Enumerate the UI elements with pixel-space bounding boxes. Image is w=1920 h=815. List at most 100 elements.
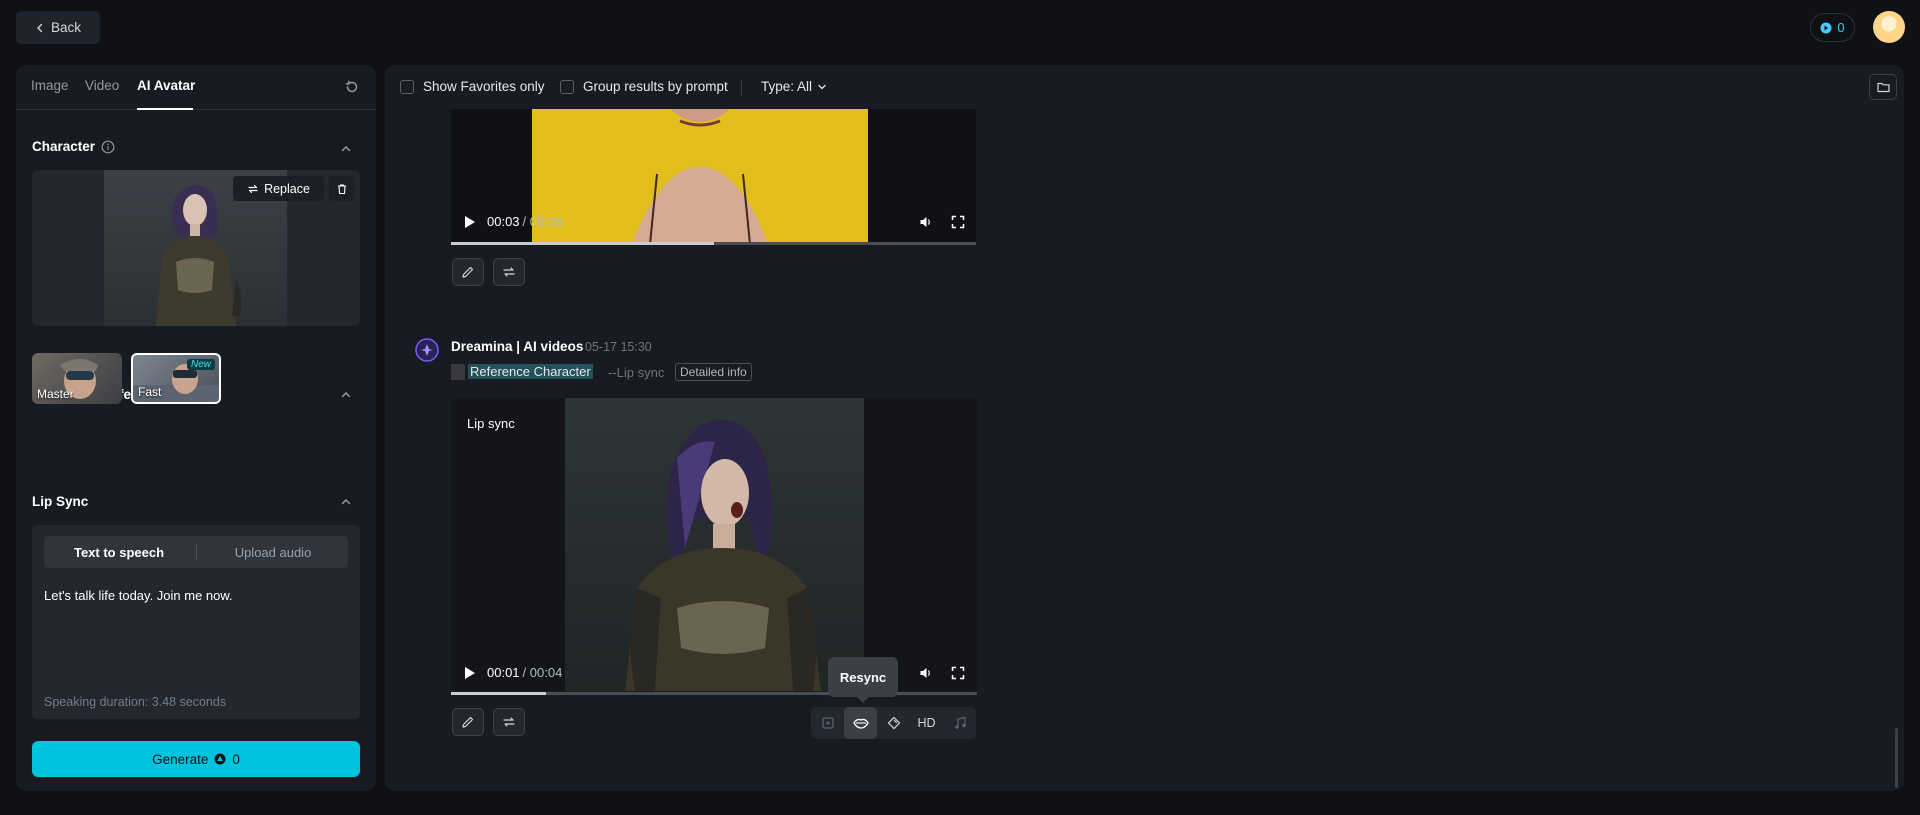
lip-sync-title: Lip Sync (32, 494, 89, 509)
video-frame (565, 398, 864, 691)
diamond-icon (887, 716, 901, 730)
volume-icon[interactable] (919, 215, 933, 229)
play-icon[interactable] (464, 215, 476, 229)
reset-icon[interactable] (344, 79, 360, 95)
lip-sync-box: Text to speech Upload audio Let's talk l… (32, 525, 360, 719)
repeat-icon (502, 715, 516, 729)
info-icon[interactable] (101, 140, 115, 154)
divider (741, 80, 742, 96)
video-2-progress[interactable] (451, 692, 977, 695)
video-player-2[interactable]: Lip sync (451, 398, 977, 691)
mode-label: --Lip sync (608, 365, 665, 380)
video-1-time: 00:03 / 00:06 (487, 214, 562, 229)
chevron-up-icon[interactable] (340, 143, 352, 155)
effect-label: Fast (138, 385, 162, 399)
upscale-button[interactable] (877, 707, 910, 739)
video-1-progress[interactable] (451, 242, 976, 245)
lip-sync-overlay-label: Lip sync (467, 416, 515, 431)
tab-image[interactable]: Image (31, 78, 69, 93)
current-time: 00:01 (487, 665, 520, 680)
folder-icon (1876, 81, 1890, 93)
back-label: Back (50, 20, 81, 35)
favorites-filter[interactable]: Show Favorites only (400, 79, 545, 94)
user-avatar[interactable] (1873, 11, 1905, 43)
frame-icon (821, 716, 835, 730)
chevron-left-icon (35, 23, 45, 33)
pencil-icon (461, 265, 475, 279)
replace-label: Replace (264, 181, 310, 196)
folder-button[interactable] (1869, 74, 1897, 100)
reference-thumbnail (451, 364, 465, 380)
resync-button[interactable] (844, 707, 877, 739)
detailed-info-button[interactable]: Detailed info (675, 363, 752, 381)
entry-title: Dreamina | AI videos (451, 339, 584, 354)
current-time: 00:03 (487, 214, 520, 229)
dreamina-logo-icon (415, 338, 439, 362)
resync-tooltip: Resync (828, 657, 898, 703)
tab-upload-audio[interactable]: Upload audio (198, 536, 348, 568)
chevron-down-icon (817, 82, 827, 92)
swap-icon (247, 183, 259, 195)
frame-interpolation-button[interactable] (811, 707, 844, 739)
speech-text-input[interactable]: Let's talk life today. Join me now. (44, 588, 233, 603)
regenerate-button[interactable] (493, 258, 525, 286)
speaking-duration: Speaking duration: 3.48 seconds (44, 695, 227, 709)
regenerate-button[interactable] (493, 708, 525, 736)
pencil-icon (461, 715, 475, 729)
scrollbar[interactable] (1895, 728, 1898, 788)
mode-tabs: Image Video AI Avatar (16, 65, 376, 110)
entry-date: 05-17 15:30 (585, 340, 652, 354)
play-icon[interactable] (464, 666, 476, 680)
edit-button[interactable] (452, 708, 484, 736)
volume-icon[interactable] (919, 666, 933, 680)
tab-video[interactable]: Video (85, 78, 119, 93)
divider (196, 544, 197, 560)
fullscreen-icon[interactable] (951, 666, 965, 680)
chevron-up-icon[interactable] (340, 496, 352, 508)
generate-button[interactable]: Generate 0 (32, 741, 360, 777)
effect-option-fast[interactable]: New Fast (131, 353, 221, 404)
type-dropdown[interactable]: Type: All (761, 79, 827, 94)
credit-coin-icon (214, 753, 226, 765)
group-label: Group results by prompt (583, 79, 728, 94)
progress-fill (451, 692, 546, 695)
active-tab-indicator (137, 108, 193, 110)
lips-icon (852, 717, 869, 729)
generate-cost: 0 (232, 751, 240, 767)
credits-count: 0 (1837, 20, 1845, 35)
character-section-title: Character (32, 139, 96, 154)
group-checkbox[interactable] (560, 79, 574, 94)
chevron-up-icon[interactable] (340, 389, 352, 401)
edit-button[interactable] (452, 258, 484, 286)
effect-label: Master (37, 387, 74, 401)
type-label: Type: All (761, 79, 813, 94)
back-button[interactable]: Back (16, 11, 100, 44)
total-time: / 00:04 (522, 665, 563, 680)
group-filter[interactable]: Group results by prompt (560, 79, 728, 94)
hd-button[interactable]: HD (910, 707, 943, 739)
video-actions: HD (811, 707, 976, 739)
effect-option-master[interactable]: Master (32, 353, 122, 404)
favorites-checkbox[interactable] (400, 79, 414, 94)
new-badge: New (186, 359, 215, 370)
sound-effect-button[interactable] (943, 707, 976, 739)
credit-coin-icon (1820, 22, 1832, 34)
tab-text-to-speech[interactable]: Text to speech (44, 536, 194, 568)
total-time: / 00:06 (522, 214, 563, 229)
repeat-icon (502, 265, 516, 279)
trash-icon (336, 183, 348, 195)
tab-ai-avatar[interactable]: AI Avatar (137, 78, 195, 93)
delete-button[interactable] (329, 176, 354, 201)
results-panel: Show Favorites only Group results by pro… (385, 65, 1904, 791)
generate-label: Generate (152, 751, 209, 767)
reference-character-link[interactable]: Reference Character (468, 364, 593, 379)
video-frame (532, 109, 868, 244)
video-2-time: 00:01 / 00:04 (487, 665, 562, 680)
fullscreen-icon[interactable] (951, 215, 965, 229)
replace-button[interactable]: Replace (233, 176, 324, 201)
favorites-label: Show Favorites only (423, 79, 545, 94)
progress-fill (451, 242, 714, 245)
credits-badge[interactable]: 0 (1810, 13, 1855, 42)
lip-sync-mode-switch: Text to speech Upload audio (44, 536, 348, 568)
music-note-icon (954, 716, 966, 730)
